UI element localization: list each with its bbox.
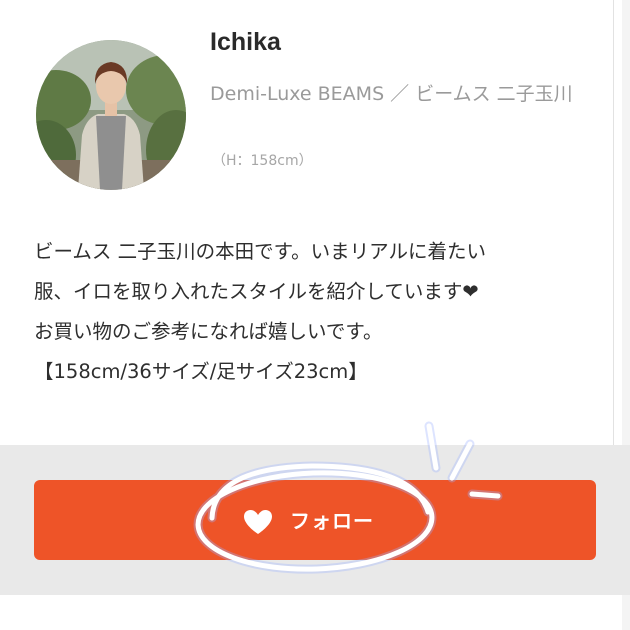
heart-icon xyxy=(244,510,272,534)
bio-line: 服、イロを取り入れたスタイルを紹介しています❤ xyxy=(34,280,479,303)
profile-height: （H：158cm） xyxy=(212,153,313,169)
profile-name: Ichika xyxy=(210,28,281,56)
bio-line: 【158cm/36サイズ/足サイズ23cm】 xyxy=(34,360,368,383)
avatar-photo xyxy=(36,40,186,190)
profile-store[interactable]: Demi-Luxe BEAMS ／ ビームス 二子玉川 xyxy=(210,78,605,110)
avatar[interactable] xyxy=(36,40,186,190)
bio-line: お買い物のご参考になれば嬉しいです。 xyxy=(34,320,383,343)
bio-line: ビームス 二子玉川の本田です。いまリアルに着たい xyxy=(34,240,486,263)
profile-bio: ビームス 二子玉川の本田です。いまリアルに着たい 服、イロを取り入れたスタイルを… xyxy=(34,232,614,392)
follow-label[interactable]: フォロー xyxy=(290,505,374,534)
